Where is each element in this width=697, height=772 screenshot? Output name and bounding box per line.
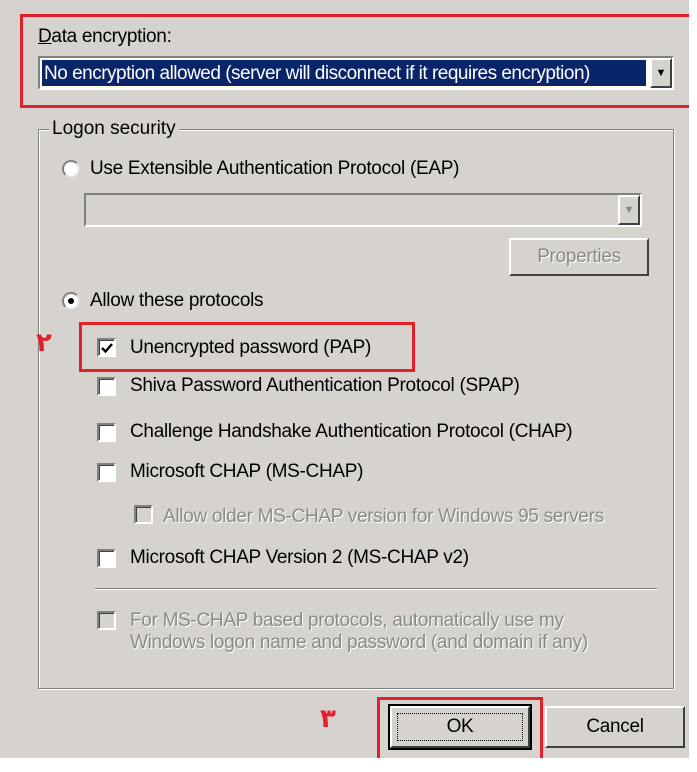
logon-security-dialog: Data encryption: No encryption allowed (… [0, 0, 697, 772]
spap-label: Shiva Password Authentication Protocol (… [130, 375, 520, 396]
ms-chap-checkbox[interactable] [97, 463, 116, 482]
eap-select: ▼ [84, 193, 642, 227]
eap-radio[interactable] [62, 160, 80, 178]
ms-chap-v2-label: Microsoft CHAP Version 2 (MS-CHAP v2) [130, 547, 469, 568]
logon-security-title: Logon security [49, 118, 179, 140]
highlight-ok [377, 697, 543, 762]
separator [95, 588, 657, 590]
auto-logon-label-line2: Windows logon name and password (and dom… [130, 632, 588, 653]
ms-chap-label: Microsoft CHAP (MS-CHAP) [130, 461, 364, 482]
spap-checkbox[interactable] [97, 377, 116, 396]
annotation-step-3: ٣ [320, 704, 336, 734]
properties-button: Properties [509, 238, 649, 276]
allow-protocols-label: Allow these protocols [90, 290, 264, 311]
chap-checkbox[interactable] [97, 423, 116, 442]
ms-chap-v2-checkbox[interactable] [97, 549, 116, 568]
bottom-strip [0, 758, 697, 772]
ms-chap-win95-label: Allow older MS-CHAP version for Windows … [163, 506, 604, 527]
auto-logon-label-line1: For MS-CHAP based protocols, automatical… [130, 610, 564, 631]
chevron-down-icon: ▼ [618, 195, 640, 225]
chap-label: Challenge Handshake Authentication Proto… [130, 421, 573, 442]
annotation-step-2: ٢ [36, 328, 52, 358]
right-edge [689, 0, 697, 772]
highlight-data-encryption [20, 14, 693, 108]
cancel-button[interactable]: Cancel [545, 706, 685, 748]
highlight-pap [79, 322, 415, 372]
eap-radio-label: Use Extensible Authentication Protocol (… [90, 158, 460, 179]
ms-chap-win95-checkbox [134, 505, 153, 524]
allow-protocols-radio[interactable] [62, 292, 80, 310]
auto-logon-checkbox [97, 611, 116, 630]
